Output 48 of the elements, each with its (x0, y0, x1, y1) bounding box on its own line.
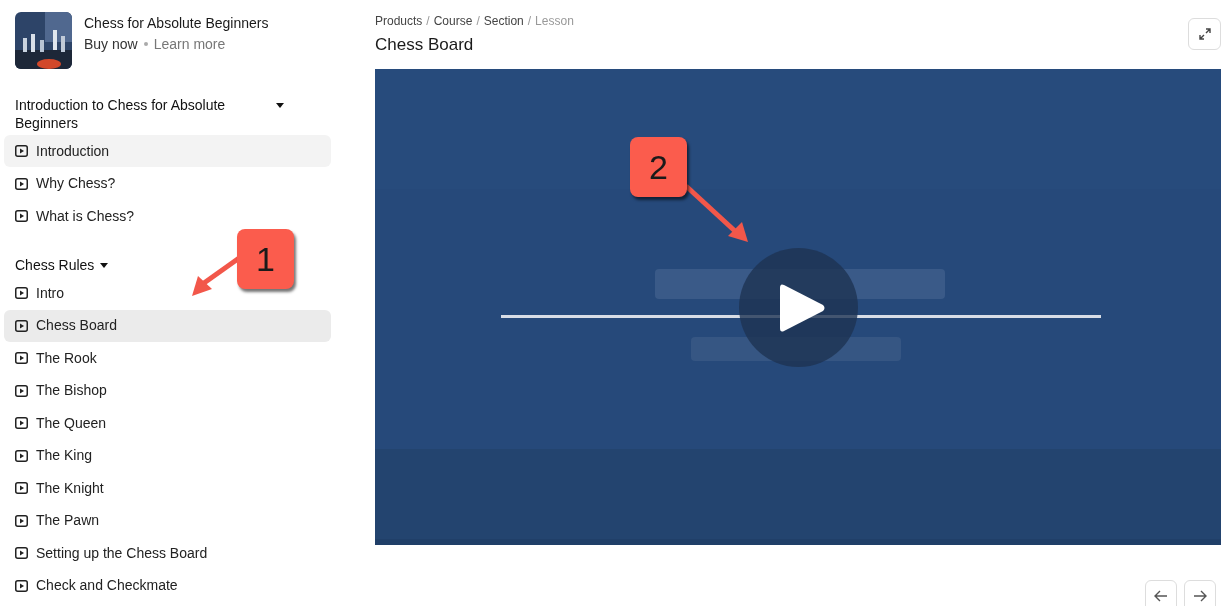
section-header[interactable]: Introduction to Chess for Absolute Beginners (15, 96, 330, 132)
lesson-item[interactable]: The Pawn (4, 504, 331, 537)
breadcrumb-separator: / (527, 13, 532, 29)
buy-now-link[interactable]: Buy now (84, 34, 138, 54)
callout-arrow (684, 184, 750, 244)
breadcrumb-separator: / (476, 13, 480, 29)
lesson-item[interactable]: The Bishop (4, 374, 331, 407)
breadcrumb-link[interactable]: Products (375, 13, 423, 29)
lesson-item[interactable]: The King (4, 439, 331, 472)
breadcrumb-link[interactable]: Course (433, 13, 473, 29)
lesson-item[interactable]: Check and Checkmate (4, 569, 331, 602)
course-title: Chess for Absolute Beginners (84, 14, 269, 33)
expand-icon (1198, 28, 1211, 40)
video-icon (15, 319, 28, 332)
lesson-title: Chess Board (375, 34, 475, 56)
next-button[interactable] (1184, 580, 1216, 606)
lesson-item[interactable]: Introduction (4, 135, 331, 167)
caret-icon (100, 263, 109, 268)
video-icon (15, 287, 28, 299)
video-icon (15, 514, 28, 527)
fullscreen-button[interactable] (1188, 18, 1221, 50)
video-icon (15, 210, 28, 222)
video-icon (15, 352, 28, 364)
video-icon (15, 177, 28, 190)
lesson-item[interactable]: The Queen (4, 407, 331, 439)
video-icon (15, 482, 28, 494)
video-icon (15, 547, 28, 559)
callout-badge: 1 (237, 229, 294, 289)
lesson-item[interactable]: Why Chess? (4, 167, 331, 200)
lesson-item[interactable]: What is Chess? (4, 200, 331, 232)
video-icon (15, 449, 28, 462)
callout-badge: 2 (630, 137, 687, 197)
arrow-left-icon (1154, 590, 1168, 602)
lesson-item[interactable]: Chess Board (4, 309, 331, 342)
video-icon (15, 145, 28, 157)
caret-icon (276, 103, 284, 108)
previous-button[interactable] (1145, 580, 1177, 606)
lesson-item[interactable]: Setting up the Chess Board (4, 537, 331, 569)
breadcrumb-link[interactable]: Section (483, 13, 524, 29)
lesson-item[interactable]: The Rook (4, 342, 331, 374)
learn-more-link[interactable]: Learn more (153, 34, 226, 54)
arrow-right-icon (1193, 590, 1207, 602)
breadcrumb-separator: / (426, 13, 430, 29)
play-icon (779, 282, 826, 333)
video-icon (15, 384, 28, 397)
video-icon (15, 417, 28, 429)
video-icon (15, 579, 28, 592)
lesson-item[interactable]: The Knight (4, 472, 331, 504)
